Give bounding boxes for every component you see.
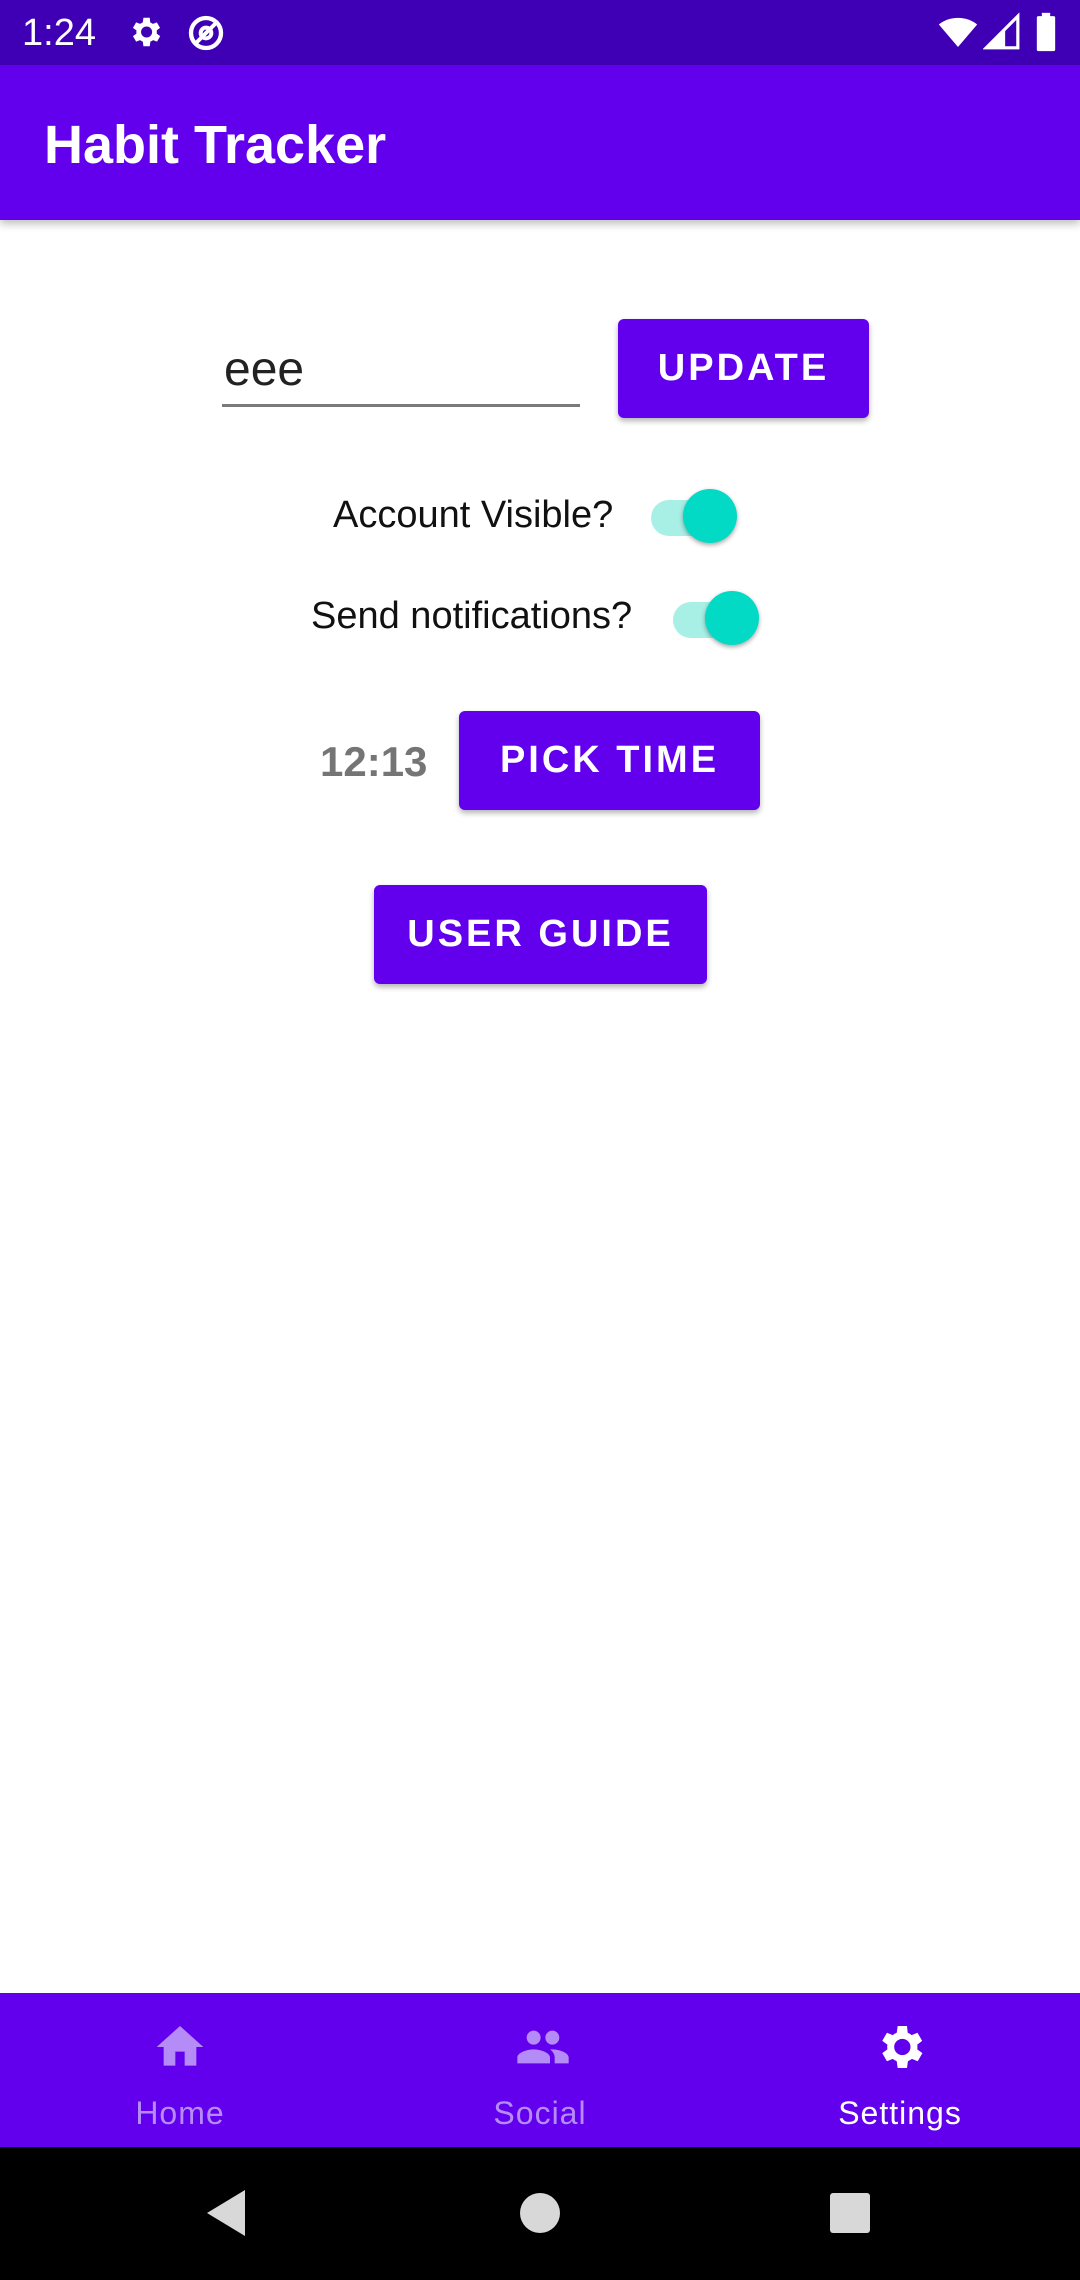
system-navigation-bar <box>0 2147 1080 2280</box>
nav-item-home[interactable]: Home <box>0 1993 360 2147</box>
nav-label-settings: Settings <box>838 2095 962 2131</box>
gear-icon <box>882 2026 923 2068</box>
notifications-label: Send notifications? <box>311 595 633 637</box>
nav-label-home: Home <box>135 2095 225 2131</box>
at-sign-icon <box>186 13 226 58</box>
switch-thumb <box>705 591 759 645</box>
switch-thumb <box>683 489 737 543</box>
app-title: Habit Tracker <box>44 115 387 175</box>
home-circle-icon[interactable] <box>519 2192 561 2239</box>
nav-item-social[interactable]: Social <box>360 1993 720 2147</box>
account-visible-switch[interactable] <box>649 483 741 543</box>
recents-icon[interactable] <box>829 2192 871 2239</box>
status-time: 1:24 <box>22 12 96 54</box>
notifications-switch[interactable] <box>671 585 763 645</box>
nav-item-settings[interactable]: Settings <box>720 1993 1080 2147</box>
people-icon <box>517 2030 569 2064</box>
pick-time-button[interactable]: PICK TIME <box>459 711 760 810</box>
status-bar: 1:24 <box>0 0 1080 65</box>
app-bar: Habit Tracker <box>0 65 1080 220</box>
wifi-icon <box>938 12 978 57</box>
battery-icon <box>1034 12 1058 57</box>
update-button[interactable]: UPDATE <box>618 319 869 418</box>
signal-icon <box>982 12 1021 57</box>
reminder-time: 12:13 <box>320 738 428 785</box>
back-icon[interactable] <box>203 2188 247 2243</box>
name-input[interactable] <box>222 335 580 407</box>
account-visible-label: Account Visible? <box>333 494 614 536</box>
nav-label-social: Social <box>493 2095 587 2131</box>
home-icon <box>156 2026 204 2066</box>
user-guide-button[interactable]: USER GUIDE <box>374 885 707 984</box>
gear-icon <box>126 13 164 56</box>
bottom-navigation: Home Social Settings <box>0 1993 1080 2147</box>
